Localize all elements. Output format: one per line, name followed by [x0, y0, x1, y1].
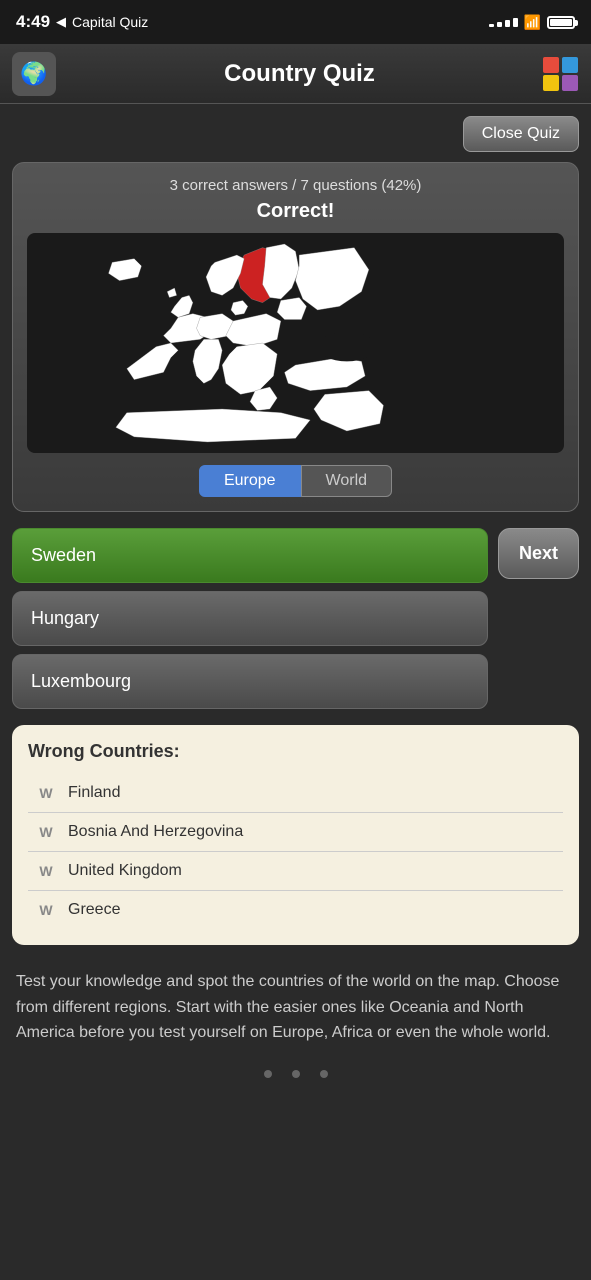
battery-icon [547, 16, 575, 29]
app-header: 🌍 Country Quiz [0, 44, 591, 104]
nav-dot-2 [292, 1070, 300, 1078]
app-title: Country Quiz [56, 60, 543, 88]
wrong-country-label-uk: United Kingdom [68, 862, 182, 880]
wrong-country-label-bosnia: Bosnia And Herzegovina [68, 823, 243, 841]
answer-button-sweden[interactable]: Sweden [12, 528, 488, 583]
answer-button-luxembourg[interactable]: Luxembourg [12, 654, 488, 709]
europe-map [27, 233, 564, 453]
status-right: 📶 [489, 14, 575, 31]
status-time: 4:49 [16, 12, 50, 32]
wrong-icon-finland: W [36, 785, 56, 801]
answer-buttons: Sweden Hungary Luxembourg [12, 528, 488, 709]
next-button[interactable]: Next [498, 528, 579, 579]
wifi-icon: 📶 [524, 14, 541, 31]
map-container [27, 233, 564, 453]
color-grid-icon [543, 57, 579, 91]
tab-world[interactable]: World [301, 465, 393, 497]
signal-icon [489, 18, 518, 27]
wrong-icon-uk: W [36, 863, 56, 879]
wrong-country-label-finland: Finland [68, 784, 120, 802]
close-quiz-row: Close Quiz [12, 116, 579, 152]
wrong-countries-title: Wrong Countries: [28, 741, 563, 762]
quiz-card: 3 correct answers / 7 questions (42%) Co… [12, 162, 579, 512]
close-quiz-button[interactable]: Close Quiz [463, 116, 579, 152]
status-left: 4:49 ◀ Capital Quiz [16, 12, 148, 32]
bottom-nav [12, 1070, 579, 1098]
nav-dot-1 [264, 1070, 272, 1078]
wrong-icon-greece: W [36, 902, 56, 918]
wrong-icon-bosnia: W [36, 824, 56, 840]
back-label[interactable]: Capital Quiz [72, 14, 148, 30]
wrong-country-bosnia: W Bosnia And Herzegovina [28, 813, 563, 852]
description-text: Test your knowledge and spot the countri… [12, 969, 579, 1046]
wrong-country-label-greece: Greece [68, 901, 120, 919]
map-tabs: Europe World [27, 465, 564, 497]
result-label: Correct! [27, 200, 564, 223]
tab-europe[interactable]: Europe [199, 465, 301, 497]
main-content: Close Quiz 3 correct answers / 7 questio… [0, 104, 591, 1110]
wrong-country-uk: W United Kingdom [28, 852, 563, 891]
quiz-stats: 3 correct answers / 7 questions (42%) [27, 177, 564, 194]
nav-dot-3 [320, 1070, 328, 1078]
answer-button-hungary[interactable]: Hungary [12, 591, 488, 646]
status-bar: 4:49 ◀ Capital Quiz 📶 [0, 0, 591, 44]
answer-section: Sweden Hungary Luxembourg Next [12, 528, 579, 709]
back-arrow: ◀ [56, 14, 66, 30]
logo-emoji: 🌍 [20, 61, 47, 87]
wrong-country-greece: W Greece [28, 891, 563, 929]
app-logo: 🌍 [12, 52, 56, 96]
wrong-countries-box: Wrong Countries: W Finland W Bosnia And … [12, 725, 579, 945]
wrong-country-finland: W Finland [28, 774, 563, 813]
